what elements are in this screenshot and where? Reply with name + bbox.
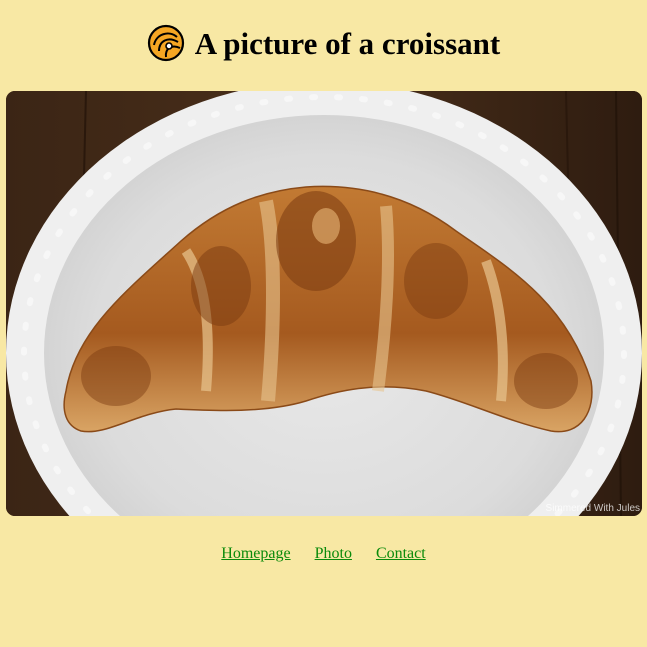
croissant-icon bbox=[147, 24, 185, 62]
page-title: A picture of a croissant bbox=[194, 25, 501, 61]
nav-link-homepage[interactable]: Homepage bbox=[221, 545, 290, 563]
footer-nav: Homepage Photo Contact bbox=[0, 545, 647, 563]
nav-link-contact[interactable]: Contact bbox=[376, 545, 426, 563]
photo-watermark: Simmered With Jules bbox=[545, 503, 640, 514]
nav-link-photo[interactable]: Photo bbox=[315, 545, 352, 563]
croissant-photo: Simmered With Jules bbox=[6, 91, 642, 516]
page-header: A picture of a croissant bbox=[0, 22, 647, 64]
